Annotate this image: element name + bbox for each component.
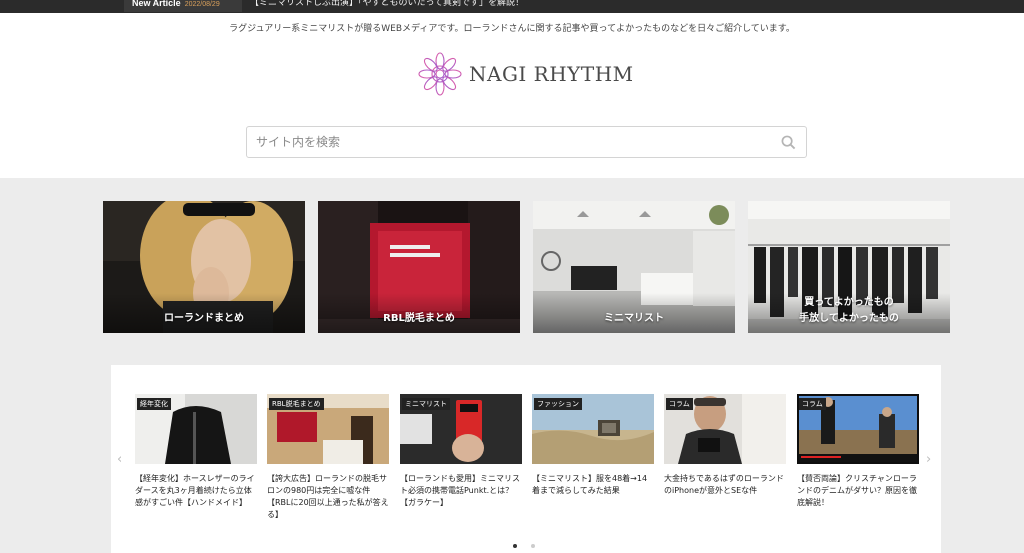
article-thumbnail: コラム	[797, 394, 919, 464]
carousel-pagination	[513, 533, 549, 552]
article-title: 【経年変化】ホースレザーのライダースを丸3ヶ月着続けたら立体感がすごい件【ハンド…	[135, 474, 255, 507]
search-input[interactable]	[247, 127, 757, 157]
article-title: 【ローランドも愛用】ミニマリスト必須の携帯電話Punkt.とは？【ガラケー】	[400, 474, 520, 507]
pagination-dot-2[interactable]	[531, 544, 535, 548]
category-label: 買ってよかったもの 手放してよかったもの	[748, 295, 950, 327]
category-badge: コラム	[666, 398, 693, 410]
chevron-right-icon[interactable]: ›	[926, 452, 931, 467]
article-thumbnail: ミニマリスト	[400, 394, 522, 464]
article-title: 【誇大広告】ローランドの脱毛サロンの980円は完全に嘘な件【RBLに20回以上通…	[267, 474, 389, 519]
article-card[interactable]: ミニマリスト 【ローランドも愛用】ミニマリスト必須の携帯電話Punkt.とは？【…	[400, 394, 524, 509]
category-card-rbl[interactable]: RBL脱毛まとめ	[318, 201, 520, 333]
category-label-line1: 買ってよかったもの	[804, 297, 894, 308]
article-card[interactable]: コラム 大金持ちであるはずのローランドのiPhoneが意外とSEな件	[664, 394, 788, 497]
article-carousel: ‹ › 経年変化 【経年変化】ホースレザーのライダースを丸3ヶ月着続けたら立体感…	[111, 365, 941, 553]
chevron-left-icon[interactable]: ‹	[117, 452, 122, 467]
news-date: 2022/08/29	[184, 1, 220, 8]
category-card-minimalist[interactable]: ミニマリスト	[533, 201, 735, 333]
category-badge: コラム	[799, 398, 826, 410]
article-card[interactable]: ファッション 【ミニマリスト】服を48着→14着まで減らしてみた結果	[532, 394, 656, 497]
category-card-good-things[interactable]: 買ってよかったもの 手放してよかったもの	[748, 201, 950, 333]
news-ticker-bar: New Article 2022/08/29 【ミニマリストしぶ出演】「やすともの…	[0, 0, 1024, 13]
news-headline-link[interactable]: 【ミニマリストしぶ出演】「やすとものいたって真剣です」を解説！	[250, 0, 524, 8]
category-badge: ミニマリスト	[402, 398, 450, 410]
article-card[interactable]: 経年変化 【経年変化】ホースレザーのライダースを丸3ヶ月着続けたら立体感がすごい…	[135, 394, 259, 509]
news-label-box: New Article 2022/08/29	[124, 0, 242, 12]
article-thumbnail: ファッション	[532, 394, 654, 464]
article-title: 【賛否両論】クリスチャンローランドのデニムがダサい？原因を徹底解説！	[797, 474, 917, 507]
site-tagline: ラグジュアリー系ミニマリストが贈るWEBメディアです。ローランドさんに関する記事…	[229, 24, 795, 34]
pagination-dot-1[interactable]	[513, 544, 517, 548]
category-label: RBL脱毛まとめ	[383, 313, 455, 324]
article-title: 【ミニマリスト】服を48着→14着まで減らしてみた結果	[532, 474, 648, 495]
category-badge: RBL脱毛まとめ	[269, 398, 324, 410]
article-card[interactable]: RBL脱毛まとめ 【誇大広告】ローランドの脱毛サロンの980円は完全に嘘な件【R…	[267, 394, 391, 521]
category-card-roland[interactable]: ローランドまとめ	[103, 201, 305, 333]
search-icon[interactable]	[781, 135, 796, 150]
category-label-line2: 手放してよかったもの	[799, 313, 899, 324]
category-badge: 経年変化	[137, 398, 171, 410]
category-badge: ファッション	[534, 398, 582, 410]
site-logo-link[interactable]: NAGI RHYTHM	[417, 51, 634, 97]
site-header: ラグジュアリー系ミニマリストが贈るWEBメディアです。ローランドさんに関する記事…	[0, 13, 1024, 178]
site-name: NAGI RHYTHM	[469, 62, 634, 86]
category-label: ローランドまとめ	[164, 313, 244, 324]
article-thumbnail: RBL脱毛まとめ	[267, 394, 389, 464]
article-title: 大金持ちであるはずのローランドのiPhoneが意外とSEな件	[664, 474, 784, 495]
category-label: ミニマリスト	[604, 313, 664, 324]
news-label: New Article	[132, 0, 181, 8]
article-thumbnail: 経年変化	[135, 394, 257, 464]
mandala-logo-icon	[418, 52, 462, 96]
site-search-box	[246, 126, 807, 158]
article-card[interactable]: コラム 【賛否両論】クリスチャンローランドのデニムがダサい？原因を徹底解説！	[797, 394, 921, 509]
article-thumbnail: コラム	[664, 394, 786, 464]
